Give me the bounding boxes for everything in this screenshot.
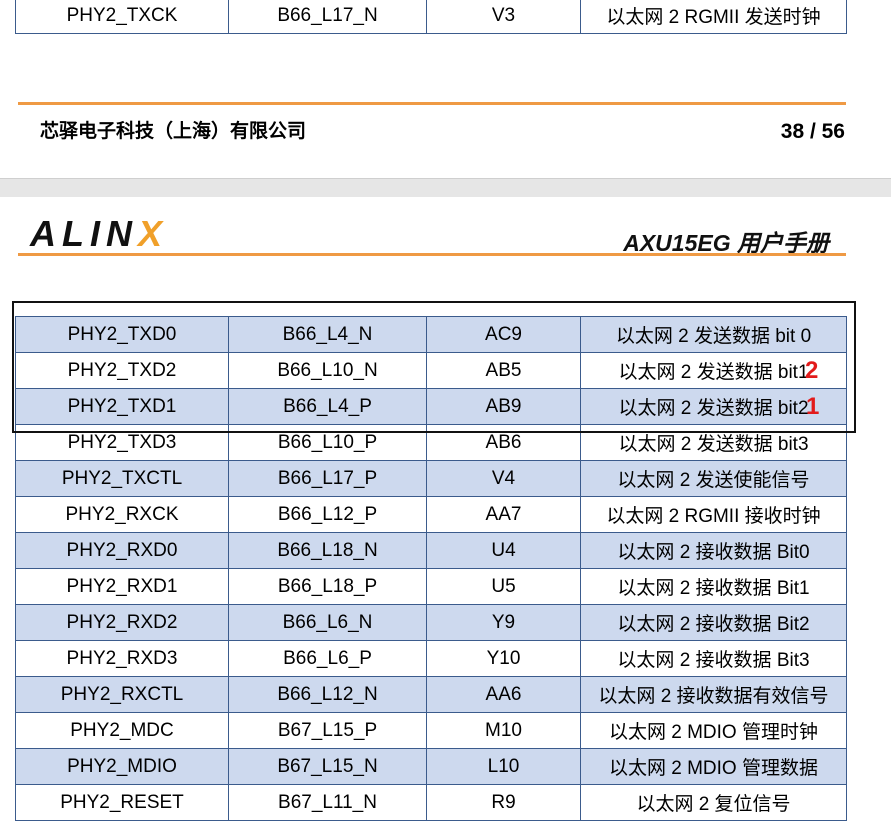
page-number: 38 / 56 <box>780 120 845 143</box>
signal-cell: PHY2_TXCTL <box>15 460 229 497</box>
bank-cell: B66_L6_N <box>228 604 427 641</box>
description-cell: 以太网 2 复位信号 <box>580 784 847 821</box>
bank-cell: B66_L18_N <box>228 532 427 569</box>
header-divider <box>18 253 846 256</box>
pin-cell: V3 <box>426 0 581 34</box>
table-row: PHY2_TXCK B66_L17_N V3 以太网 2 RGMII 发送时钟 <box>15 0 847 34</box>
description-cell: 以太网 2 MDIO 管理数据 <box>580 748 847 785</box>
bank-cell: B66_L6_P <box>228 640 427 677</box>
pin-cell: AB5 <box>426 352 581 389</box>
bank-cell: B66_L17_N <box>228 0 427 34</box>
footer-divider <box>18 102 846 105</box>
signal-cell: PHY2_TXD0 <box>15 316 229 353</box>
table-row: PHY2_RXD3 B66_L6_P Y10 以太网 2 接收数据 Bit3 <box>15 640 847 677</box>
pin-table: PHY2_TXD0 B66_L4_N AC9 以太网 2 发送数据 bit 0 PHY2… <box>15 316 847 821</box>
table-row: PHY2_RXD1 B66_L18_P U5 以太网 2 接收数据 Bit1 <box>15 568 847 605</box>
description-cell: 以太网 2 发送使能信号 <box>580 460 847 497</box>
description-cell: 以太网 2 接收数据 Bit0 <box>580 532 847 569</box>
pin-cell: R9 <box>426 784 581 821</box>
bank-cell: B66_L10_N <box>228 352 427 389</box>
bank-cell: B66_L12_P <box>228 496 427 533</box>
annotation-mark: 2 <box>805 357 819 384</box>
signal-cell: PHY2_RXD3 <box>15 640 229 677</box>
signal-cell: PHY2_RESET <box>15 784 229 821</box>
description-cell: 以太网 2 接收数据 Bit3 <box>580 640 847 677</box>
description-cell: 以太网 2 发送数据 bit3 <box>580 424 847 461</box>
pin-cell: U5 <box>426 568 581 605</box>
signal-cell: PHY2_RXCTL <box>15 676 229 713</box>
table-row: PHY2_TXD2 B66_L10_N AB5 以太网 2 发送数据 bit1 <box>15 352 847 389</box>
bank-cell: B67_L15_N <box>228 748 427 785</box>
description-cell: 以太网 2 接收数据 Bit1 <box>580 568 847 605</box>
page-gap <box>0 178 891 198</box>
bank-cell: B66_L4_P <box>228 388 427 425</box>
pin-cell: AB9 <box>426 388 581 425</box>
pin-cell: U4 <box>426 532 581 569</box>
description-cell: 以太网 2 发送数据 bit 0 <box>580 316 847 353</box>
table-row: PHY2_TXD1 B66_L4_P AB9 以太网 2 发送数据 bit2 <box>15 388 847 425</box>
logo-accent: X <box>138 213 169 254</box>
pin-cell: Y9 <box>426 604 581 641</box>
description-cell: 以太网 2 MDIO 管理时钟 <box>580 712 847 749</box>
pin-cell: M10 <box>426 712 581 749</box>
pin-cell: AB6 <box>426 424 581 461</box>
pin-cell: Y10 <box>426 640 581 677</box>
bank-cell: B66_L12_N <box>228 676 427 713</box>
description-cell: 以太网 2 接收数据 Bit2 <box>580 604 847 641</box>
description-cell: 以太网 2 RGMII 接收时钟 <box>580 496 847 533</box>
alinx-logo: ALINX <box>30 213 168 255</box>
pin-cell: V4 <box>426 460 581 497</box>
table-row: PHY2_MDC B67_L15_P M10 以太网 2 MDIO 管理时钟 <box>15 712 847 749</box>
table-row: PHY2_TXD3 B66_L10_P AB6 以太网 2 发送数据 bit3 <box>15 424 847 461</box>
signal-cell: PHY2_RXCK <box>15 496 229 533</box>
previous-page: PHY2_TXCK B66_L17_N V3 以太网 2 RGMII 发送时钟 … <box>0 0 891 178</box>
bank-cell: B67_L11_N <box>228 784 427 821</box>
pin-cell: L10 <box>426 748 581 785</box>
table-row: PHY2_RXCTL B66_L12_N AA6 以太网 2 接收数据有效信号 <box>15 676 847 713</box>
signal-cell: PHY2_RXD0 <box>15 532 229 569</box>
signal-cell: PHY2_RXD1 <box>15 568 229 605</box>
pin-cell: AA7 <box>426 496 581 533</box>
table-row: PHY2_MDIO B67_L15_N L10 以太网 2 MDIO 管理数据 <box>15 748 847 785</box>
logo-text: ALIN <box>30 213 138 254</box>
top-pin-table: PHY2_TXCK B66_L17_N V3 以太网 2 RGMII 发送时钟 <box>15 0 847 34</box>
pin-cell: AA6 <box>426 676 581 713</box>
signal-cell: PHY2_TXD1 <box>15 388 229 425</box>
signal-cell: PHY2_MDIO <box>15 748 229 785</box>
signal-cell: PHY2_TXD2 <box>15 352 229 389</box>
pin-cell: AC9 <box>426 316 581 353</box>
description-cell: 以太网 2 接收数据有效信号 <box>580 676 847 713</box>
table-row: PHY2_TXCTL B66_L17_P V4 以太网 2 发送使能信号 <box>15 460 847 497</box>
company-name: 芯驿电子科技（上海）有限公司 <box>40 121 307 142</box>
signal-cell: PHY2_RXD2 <box>15 604 229 641</box>
signal-cell: PHY2_MDC <box>15 712 229 749</box>
bank-cell: B67_L15_P <box>228 712 427 749</box>
table-row: PHY2_RXD0 B66_L18_N U4 以太网 2 接收数据 Bit0 <box>15 532 847 569</box>
table-row: PHY2_RESET B67_L11_N R9 以太网 2 复位信号 <box>15 784 847 821</box>
signal-cell: PHY2_TXCK <box>15 0 229 34</box>
table-row: PHY2_RXD2 B66_L6_N Y9 以太网 2 接收数据 Bit2 <box>15 604 847 641</box>
table-row: PHY2_TXD0 B66_L4_N AC9 以太网 2 发送数据 bit 0 <box>15 316 847 353</box>
annotation-mark: 1 <box>806 393 820 420</box>
description-cell: 以太网 2 RGMII 发送时钟 <box>580 0 847 34</box>
signal-cell: PHY2_TXD3 <box>15 424 229 461</box>
bank-cell: B66_L4_N <box>228 316 427 353</box>
bank-cell: B66_L17_P <box>228 460 427 497</box>
table-row: PHY2_RXCK B66_L12_P AA7 以太网 2 RGMII 接收时钟 <box>15 496 847 533</box>
bank-cell: B66_L18_P <box>228 568 427 605</box>
bank-cell: B66_L10_P <box>228 424 427 461</box>
